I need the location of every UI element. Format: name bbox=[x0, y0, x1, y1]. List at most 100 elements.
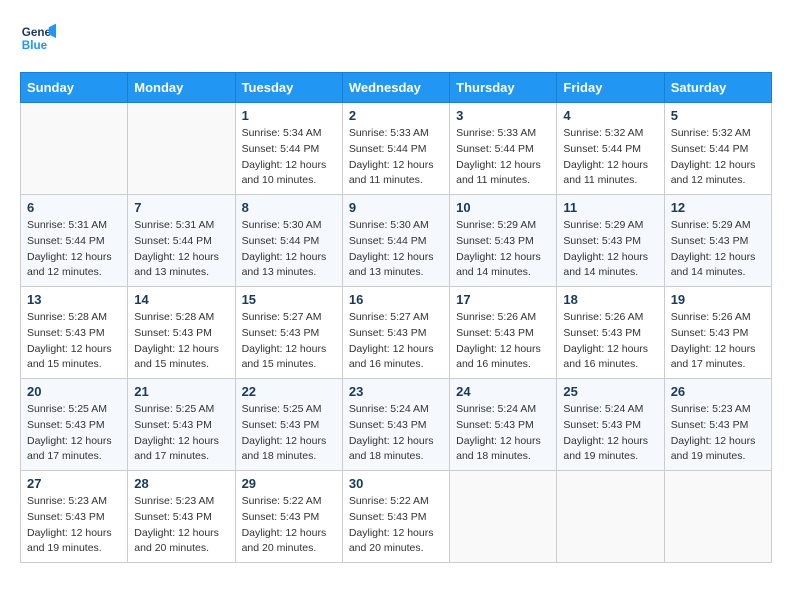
calendar-day-cell: 2 Sunrise: 5:33 AMSunset: 5:44 PMDaylight… bbox=[342, 103, 449, 195]
calendar-day-cell: 20 Sunrise: 5:25 AMSunset: 5:43 PMDayligh… bbox=[21, 379, 128, 471]
day-detail: Sunrise: 5:23 AMSunset: 5:43 PMDaylight:… bbox=[671, 402, 765, 465]
calendar-day-cell: 13 Sunrise: 5:28 AMSunset: 5:43 PMDayligh… bbox=[21, 287, 128, 379]
calendar-day-cell: 11Sunrise: 5:29 AMSunset: 5:43 PMDayligh… bbox=[557, 195, 664, 287]
day-number: 12 bbox=[671, 200, 765, 215]
day-detail: Sunrise: 5:28 AMSunset: 5:43 PMDaylight:… bbox=[27, 310, 121, 373]
calendar-day-cell: 26Sunrise: 5:23 AMSunset: 5:43 PMDayligh… bbox=[664, 379, 771, 471]
calendar-day-cell: 16Sunrise: 5:27 AMSunset: 5:43 PMDayligh… bbox=[342, 287, 449, 379]
calendar-day-cell: 8 Sunrise: 5:30 AMSunset: 5:44 PMDaylight… bbox=[235, 195, 342, 287]
calendar-week-row: 1Sunrise: 5:34 AMSunset: 5:44 PMDaylight… bbox=[21, 103, 772, 195]
calendar-day-cell: 12 Sunrise: 5:29 AMSunset: 5:43 PMDayligh… bbox=[664, 195, 771, 287]
day-number: 3 bbox=[456, 108, 550, 123]
weekday-header-saturday: Saturday bbox=[664, 73, 771, 103]
day-number: 23 bbox=[349, 384, 443, 399]
day-number: 25 bbox=[563, 384, 657, 399]
calendar-day-cell: 23 Sunrise: 5:24 AMSunset: 5:43 PMDayligh… bbox=[342, 379, 449, 471]
weekday-header-thursday: Thursday bbox=[450, 73, 557, 103]
day-detail: Sunrise: 5:24 AMSunset: 5:43 PMDaylight:… bbox=[563, 402, 657, 465]
day-number: 6 bbox=[27, 200, 121, 215]
calendar-day-cell: 28 Sunrise: 5:23 AMSunset: 5:43 PMDayligh… bbox=[128, 471, 235, 563]
day-number: 19 bbox=[671, 292, 765, 307]
calendar-day-cell bbox=[21, 103, 128, 195]
day-number: 17 bbox=[456, 292, 550, 307]
calendar-day-cell: 6 Sunrise: 5:31 AMSunset: 5:44 PMDaylight… bbox=[21, 195, 128, 287]
calendar-week-row: 27 Sunrise: 5:23 AMSunset: 5:43 PMDayligh… bbox=[21, 471, 772, 563]
day-detail: Sunrise: 5:31 AMSunset: 5:44 PMDaylight:… bbox=[134, 218, 228, 281]
day-detail: Sunrise: 5:22 AMSunset: 5:43 PMDaylight:… bbox=[349, 494, 443, 557]
calendar-week-row: 6 Sunrise: 5:31 AMSunset: 5:44 PMDaylight… bbox=[21, 195, 772, 287]
day-detail: Sunrise: 5:26 AMSunset: 5:43 PMDaylight:… bbox=[563, 310, 657, 373]
day-detail: Sunrise: 5:24 AMSunset: 5:43 PMDaylight:… bbox=[456, 402, 550, 465]
day-number: 5 bbox=[671, 108, 765, 123]
day-detail: Sunrise: 5:25 AMSunset: 5:43 PMDaylight:… bbox=[27, 402, 121, 465]
logo-icon: General Blue bbox=[20, 20, 56, 56]
day-number: 8 bbox=[242, 200, 336, 215]
calendar-day-cell: 3 Sunrise: 5:33 AMSunset: 5:44 PMDaylight… bbox=[450, 103, 557, 195]
calendar-day-cell: 19 Sunrise: 5:26 AMSunset: 5:43 PMDayligh… bbox=[664, 287, 771, 379]
day-number: 27 bbox=[27, 476, 121, 491]
calendar-day-cell: 9Sunrise: 5:30 AMSunset: 5:44 PMDaylight… bbox=[342, 195, 449, 287]
day-number: 22 bbox=[242, 384, 336, 399]
day-detail: Sunrise: 5:26 AMSunset: 5:43 PMDaylight:… bbox=[456, 310, 550, 373]
calendar-week-row: 20 Sunrise: 5:25 AMSunset: 5:43 PMDayligh… bbox=[21, 379, 772, 471]
day-detail: Sunrise: 5:23 AMSunset: 5:43 PMDaylight:… bbox=[27, 494, 121, 557]
calendar-day-cell: 27 Sunrise: 5:23 AMSunset: 5:43 PMDayligh… bbox=[21, 471, 128, 563]
day-detail: Sunrise: 5:32 AMSunset: 5:44 PMDaylight:… bbox=[671, 126, 765, 189]
day-detail: Sunrise: 5:30 AMSunset: 5:44 PMDaylight:… bbox=[242, 218, 336, 281]
calendar-day-cell: 5 Sunrise: 5:32 AMSunset: 5:44 PMDaylight… bbox=[664, 103, 771, 195]
calendar-day-cell: 30 Sunrise: 5:22 AMSunset: 5:43 PMDayligh… bbox=[342, 471, 449, 563]
calendar-day-cell bbox=[557, 471, 664, 563]
day-number: 18 bbox=[563, 292, 657, 307]
calendar-day-cell: 25 Sunrise: 5:24 AMSunset: 5:43 PMDayligh… bbox=[557, 379, 664, 471]
day-detail: Sunrise: 5:33 AMSunset: 5:44 PMDaylight:… bbox=[349, 126, 443, 189]
day-number: 10 bbox=[456, 200, 550, 215]
weekday-header-monday: Monday bbox=[128, 73, 235, 103]
day-number: 13 bbox=[27, 292, 121, 307]
calendar-day-cell: 14 Sunrise: 5:28 AMSunset: 5:43 PMDayligh… bbox=[128, 287, 235, 379]
day-number: 29 bbox=[242, 476, 336, 491]
calendar-day-cell: 7 Sunrise: 5:31 AMSunset: 5:44 PMDaylight… bbox=[128, 195, 235, 287]
day-number: 9 bbox=[349, 200, 443, 215]
day-detail: Sunrise: 5:26 AMSunset: 5:43 PMDaylight:… bbox=[671, 310, 765, 373]
calendar-day-cell: 4Sunrise: 5:32 AMSunset: 5:44 PMDaylight… bbox=[557, 103, 664, 195]
calendar-day-cell: 29Sunrise: 5:22 AMSunset: 5:43 PMDayligh… bbox=[235, 471, 342, 563]
day-number: 28 bbox=[134, 476, 228, 491]
calendar-day-cell: 21Sunrise: 5:25 AMSunset: 5:43 PMDayligh… bbox=[128, 379, 235, 471]
day-detail: Sunrise: 5:29 AMSunset: 5:43 PMDaylight:… bbox=[671, 218, 765, 281]
day-number: 30 bbox=[349, 476, 443, 491]
svg-text:Blue: Blue bbox=[22, 39, 48, 52]
day-detail: Sunrise: 5:25 AMSunset: 5:43 PMDaylight:… bbox=[242, 402, 336, 465]
calendar-day-cell: 10 Sunrise: 5:29 AMSunset: 5:43 PMDayligh… bbox=[450, 195, 557, 287]
day-number: 15 bbox=[242, 292, 336, 307]
day-number: 4 bbox=[563, 108, 657, 123]
calendar-day-cell bbox=[128, 103, 235, 195]
calendar-day-cell: 17 Sunrise: 5:26 AMSunset: 5:43 PMDayligh… bbox=[450, 287, 557, 379]
day-number: 16 bbox=[349, 292, 443, 307]
calendar-day-cell: 15Sunrise: 5:27 AMSunset: 5:43 PMDayligh… bbox=[235, 287, 342, 379]
page-header: General Blue bbox=[20, 20, 772, 56]
calendar-day-cell: 18 Sunrise: 5:26 AMSunset: 5:43 PMDayligh… bbox=[557, 287, 664, 379]
calendar-week-row: 13 Sunrise: 5:28 AMSunset: 5:43 PMDayligh… bbox=[21, 287, 772, 379]
day-detail: Sunrise: 5:28 AMSunset: 5:43 PMDaylight:… bbox=[134, 310, 228, 373]
day-detail: Sunrise: 5:31 AMSunset: 5:44 PMDaylight:… bbox=[27, 218, 121, 281]
day-number: 7 bbox=[134, 200, 228, 215]
day-detail: Sunrise: 5:29 AMSunset: 5:43 PMDaylight:… bbox=[456, 218, 550, 281]
day-detail: Sunrise: 5:34 AMSunset: 5:44 PMDaylight:… bbox=[242, 126, 336, 189]
calendar-header-row: SundayMondayTuesdayWednesdayThursdayFrid… bbox=[21, 73, 772, 103]
day-number: 11 bbox=[563, 200, 657, 215]
day-number: 2 bbox=[349, 108, 443, 123]
day-detail: Sunrise: 5:33 AMSunset: 5:44 PMDaylight:… bbox=[456, 126, 550, 189]
calendar-day-cell: 1Sunrise: 5:34 AMSunset: 5:44 PMDaylight… bbox=[235, 103, 342, 195]
weekday-header-friday: Friday bbox=[557, 73, 664, 103]
day-number: 21 bbox=[134, 384, 228, 399]
day-number: 20 bbox=[27, 384, 121, 399]
logo: General Blue bbox=[20, 20, 56, 56]
day-number: 14 bbox=[134, 292, 228, 307]
day-detail: Sunrise: 5:24 AMSunset: 5:43 PMDaylight:… bbox=[349, 402, 443, 465]
calendar-day-cell bbox=[450, 471, 557, 563]
weekday-header-wednesday: Wednesday bbox=[342, 73, 449, 103]
weekday-header-sunday: Sunday bbox=[21, 73, 128, 103]
weekday-header-tuesday: Tuesday bbox=[235, 73, 342, 103]
day-detail: Sunrise: 5:23 AMSunset: 5:43 PMDaylight:… bbox=[134, 494, 228, 557]
calendar-table: SundayMondayTuesdayWednesdayThursdayFrid… bbox=[20, 72, 772, 563]
